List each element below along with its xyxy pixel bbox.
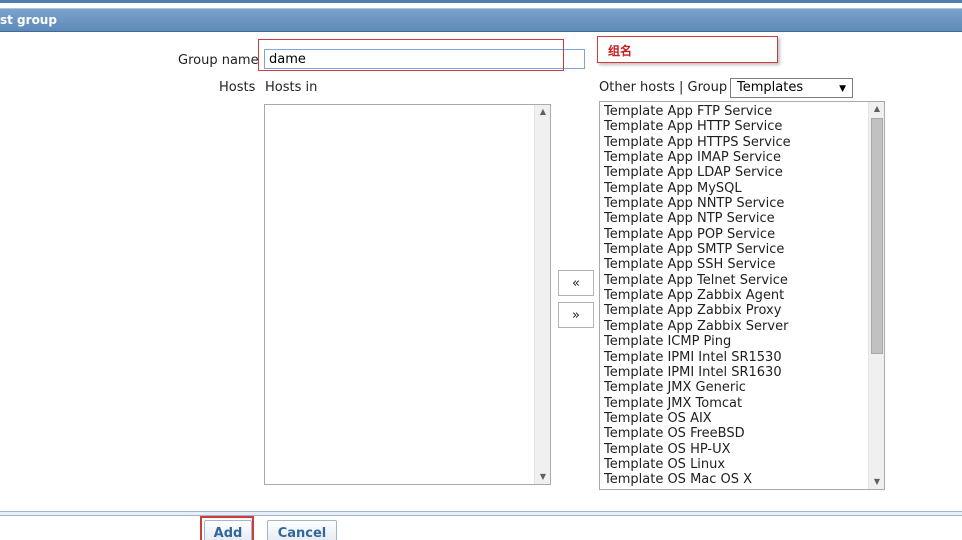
- top-border: [0, 0, 962, 6]
- host-option[interactable]: Template App Telnet Service: [604, 273, 791, 288]
- other-hosts-label: Other hosts | Group: [599, 80, 728, 95]
- form-header: st group: [0, 8, 962, 32]
- hosts-in-scrollbar[interactable]: ▲ ▼: [534, 105, 550, 484]
- hosts-label: Hosts: [219, 80, 256, 95]
- host-option[interactable]: Template App POP Service: [604, 227, 791, 242]
- host-option[interactable]: Template ICMP Ping: [604, 334, 791, 349]
- group-select-value: Templates: [737, 80, 804, 95]
- annotation-callout: 组名: [597, 36, 778, 63]
- move-left-button[interactable]: «: [558, 270, 594, 296]
- host-option[interactable]: Template App MySQL: [604, 181, 791, 196]
- host-option[interactable]: Template OS Mac OS X: [604, 472, 791, 487]
- host-option[interactable]: Template App FTP Service: [604, 104, 791, 119]
- highlight-box-add: [200, 516, 254, 540]
- highlight-box-group-name: [258, 39, 564, 71]
- group-select[interactable]: Templates ▼: [730, 78, 853, 98]
- host-option[interactable]: Template IPMI Intel SR1530: [604, 350, 791, 365]
- scroll-up-icon[interactable]: ▲: [869, 102, 884, 116]
- cancel-button[interactable]: Cancel: [267, 520, 337, 540]
- hosts-in-listbox[interactable]: ▲ ▼: [264, 104, 551, 485]
- host-option[interactable]: Template OS HP-UX: [604, 442, 791, 457]
- scroll-up-icon[interactable]: ▲: [535, 105, 550, 119]
- move-right-button[interactable]: »: [558, 302, 594, 328]
- host-option[interactable]: Template JMX Generic: [604, 380, 791, 395]
- other-hosts-options: Template App FTP Service Template App HTT…: [604, 104, 791, 488]
- host-option[interactable]: Template App SSH Service: [604, 257, 791, 272]
- annotation-text: 组名: [608, 44, 633, 58]
- form-title: st group: [0, 13, 57, 27]
- host-option[interactable]: Template App Zabbix Agent: [604, 288, 791, 303]
- hosts-in-label: Hosts in: [265, 80, 318, 95]
- host-option[interactable]: Template JMX Tomcat: [604, 396, 791, 411]
- host-option[interactable]: Template App Zabbix Proxy: [604, 303, 791, 318]
- other-hosts-scrollbar[interactable]: ▲ ▼: [868, 102, 884, 489]
- scrollbar-thumb[interactable]: [871, 118, 883, 354]
- host-option[interactable]: Template IPMI Intel SR1630: [604, 365, 791, 380]
- host-option[interactable]: Template OS Linux: [604, 457, 791, 472]
- scroll-down-icon[interactable]: ▼: [869, 475, 884, 489]
- host-option[interactable]: Template OS FreeBSD: [604, 426, 791, 441]
- host-option[interactable]: Template App HTTPS Service: [604, 135, 791, 150]
- host-option[interactable]: Template App LDAP Service: [604, 165, 791, 180]
- host-option[interactable]: Template App NNTP Service: [604, 196, 791, 211]
- host-option[interactable]: Template OS AIX: [604, 411, 791, 426]
- other-hosts-listbox[interactable]: Template App FTP Service Template App HTT…: [599, 101, 885, 490]
- chevron-down-icon: ▼: [839, 84, 846, 94]
- footer-divider: [0, 511, 962, 516]
- host-option[interactable]: Template App HTTP Service: [604, 119, 791, 134]
- host-option[interactable]: Template App NTP Service: [604, 211, 791, 226]
- host-option[interactable]: Template App IMAP Service: [604, 150, 791, 165]
- host-option[interactable]: Template App SMTP Service: [604, 242, 791, 257]
- scroll-down-icon[interactable]: ▼: [535, 470, 550, 484]
- group-name-label: Group name: [178, 53, 259, 68]
- host-option[interactable]: Template App Zabbix Server: [604, 319, 791, 334]
